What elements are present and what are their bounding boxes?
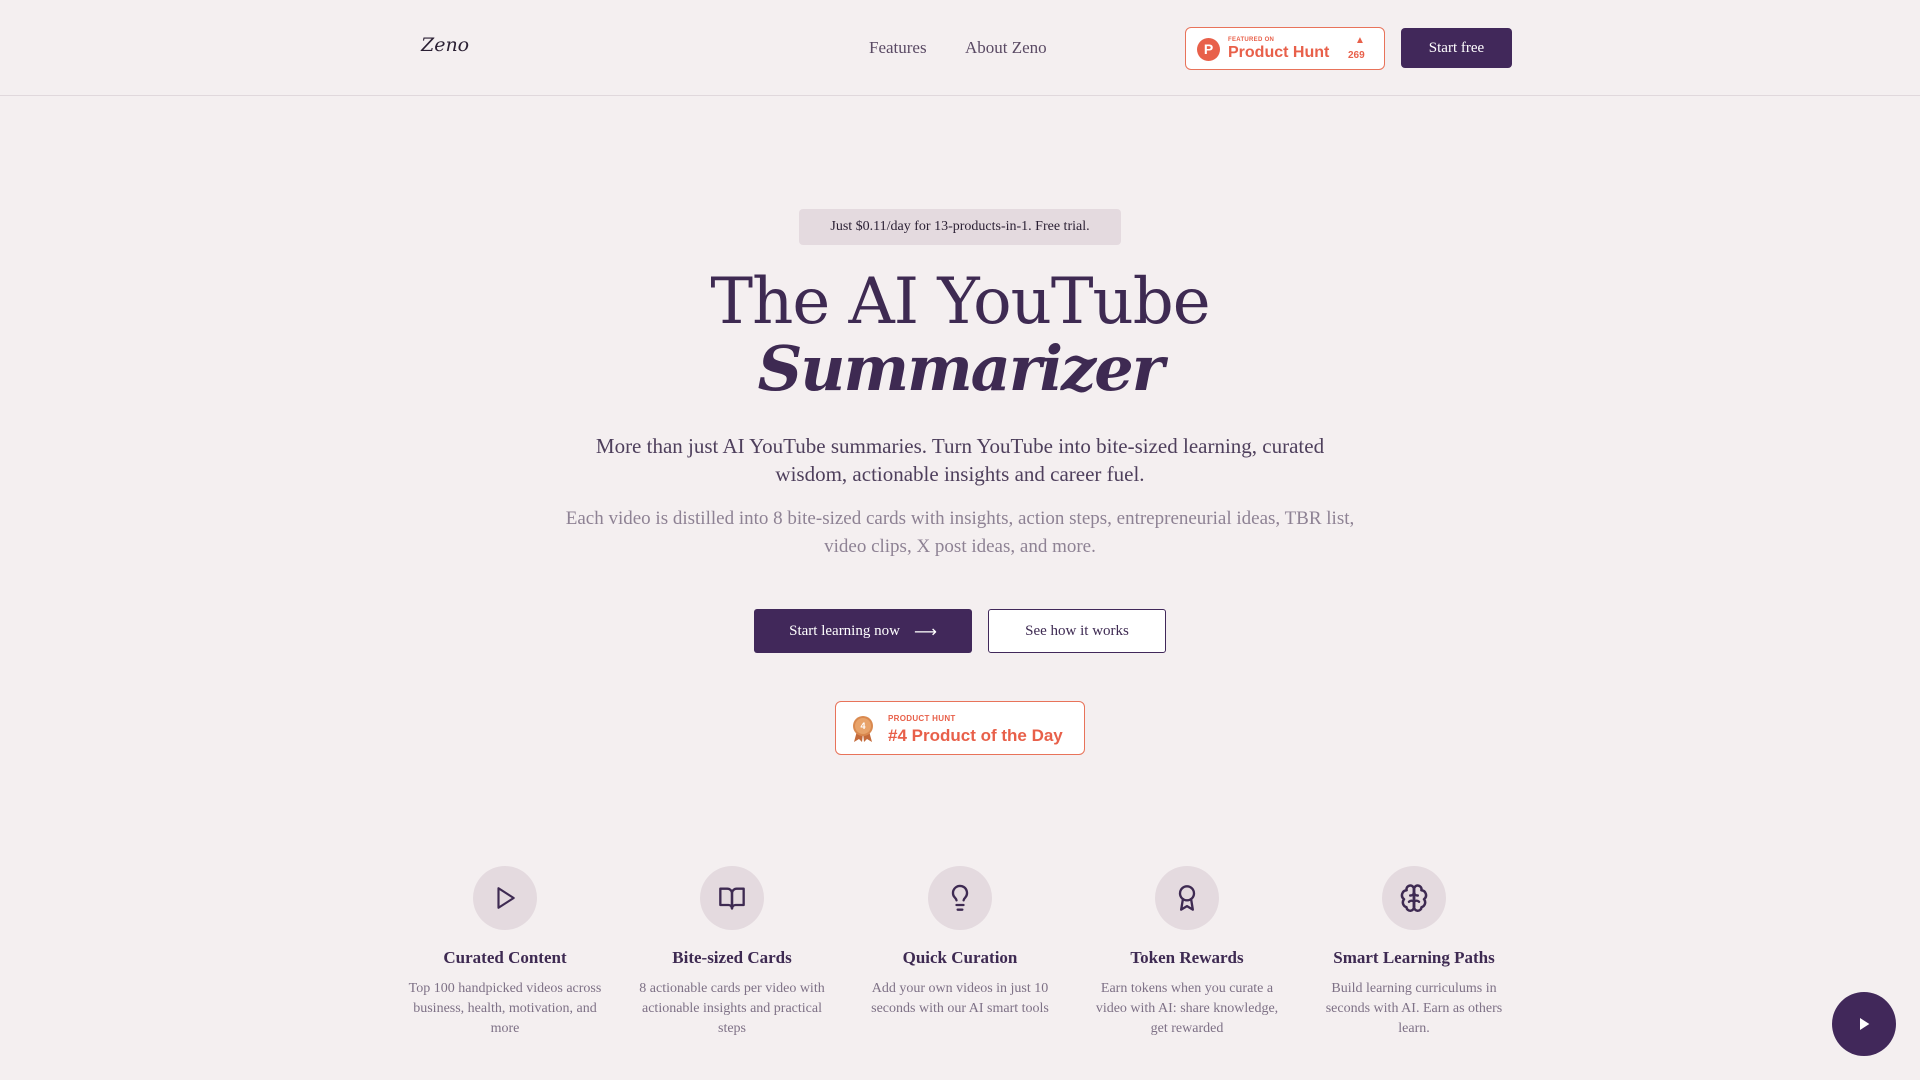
- feature-quick-curation: Quick Curation Add your own videos in ju…: [860, 866, 1060, 1019]
- award-icon: [1178, 885, 1196, 911]
- feature-title: Curated Content: [443, 948, 567, 967]
- product-hunt-featured-label: FEATURED ON: [1228, 37, 1275, 43]
- feature-icon-circle: [473, 866, 537, 930]
- upvote-count: 269: [1348, 50, 1365, 61]
- feature-description: Build learning curriculums in seconds wi…: [1325, 981, 1503, 1036]
- feature-title: Bite-sized Cards: [672, 948, 792, 967]
- feature-description: 8 actionable cards per video with action…: [639, 981, 825, 1036]
- feature-icon-circle: [1382, 866, 1446, 930]
- arrow-right-icon: ⟶: [913, 621, 937, 641]
- logo[interactable]: Zeno: [421, 34, 469, 56]
- lightbulb-icon: [951, 884, 969, 911]
- brain-icon: [1400, 884, 1428, 912]
- hero-title-line1: The AI YouTube: [710, 265, 1210, 339]
- feature-token-rewards: Token Rewards Earn tokens when you curat…: [1087, 866, 1287, 1039]
- feature-title: Quick Curation: [902, 948, 1018, 967]
- feature-description: Top 100 handpicked videos across busines…: [408, 981, 602, 1036]
- play-icon: [497, 887, 515, 909]
- nav-link-features[interactable]: Features: [869, 38, 927, 58]
- floating-video-button[interactable]: [1832, 992, 1896, 1056]
- feature-icon-circle: [928, 866, 992, 930]
- feature-description: Add your own videos in just 10 seconds w…: [871, 981, 1049, 1016]
- hero-description: Each video is distilled into 8 bite-size…: [565, 508, 1355, 557]
- feature-curated-content: Curated Content Top 100 handpicked video…: [405, 866, 605, 1039]
- hero-subtitle: More than just AI YouTube summaries. Tur…: [595, 434, 1325, 486]
- hero-title-line2: Summarizer: [757, 332, 1165, 405]
- upvote-arrow-icon: ▲: [1355, 35, 1365, 46]
- feature-bite-sized-cards: Bite-sized Cards 8 actionable cards per …: [632, 866, 832, 1039]
- site-header: Zeno Features About Zeno P FEATURED ON P…: [0, 0, 1920, 96]
- product-hunt-name: Product Hunt: [1228, 44, 1330, 61]
- medal-number: 4: [860, 721, 865, 731]
- see-how-it-works-button[interactable]: See how it works: [988, 609, 1166, 653]
- product-of-the-day-badge[interactable]: 4 PRODUCT HUNT #4 Product of the Day: [835, 701, 1085, 755]
- nav-link-about-zeno[interactable]: About Zeno: [965, 38, 1047, 58]
- book-open-icon: [719, 887, 745, 910]
- feature-icon-circle: [1155, 866, 1219, 930]
- feature-icon-circle: [700, 866, 764, 930]
- product-hunt-label: PRODUCT HUNT: [888, 714, 956, 723]
- product-hunt-featured-badge[interactable]: P FEATURED ON Product Hunt ▲ 269: [1185, 27, 1385, 70]
- start-learning-label: Start learning now: [789, 622, 900, 639]
- start-free-button[interactable]: Start free: [1401, 28, 1512, 68]
- feature-smart-learning-paths: Smart Learning Paths Build learning curr…: [1314, 866, 1514, 1039]
- feature-title: Smart Learning Paths: [1333, 948, 1495, 967]
- product-hunt-logo-icon: P: [1197, 38, 1220, 61]
- play-icon: [1860, 1018, 1870, 1030]
- feature-description: Earn tokens when you curate a video with…: [1095, 981, 1279, 1036]
- feature-title: Token Rewards: [1130, 948, 1244, 967]
- start-learning-button[interactable]: Start learning now ⟶: [754, 609, 972, 653]
- medal-icon: 4: [853, 716, 873, 742]
- product-of-the-day-text: #4 Product of the Day: [888, 726, 1063, 745]
- pricing-pill: Just $0.11/day for 13-products-in-1. Fre…: [799, 209, 1121, 245]
